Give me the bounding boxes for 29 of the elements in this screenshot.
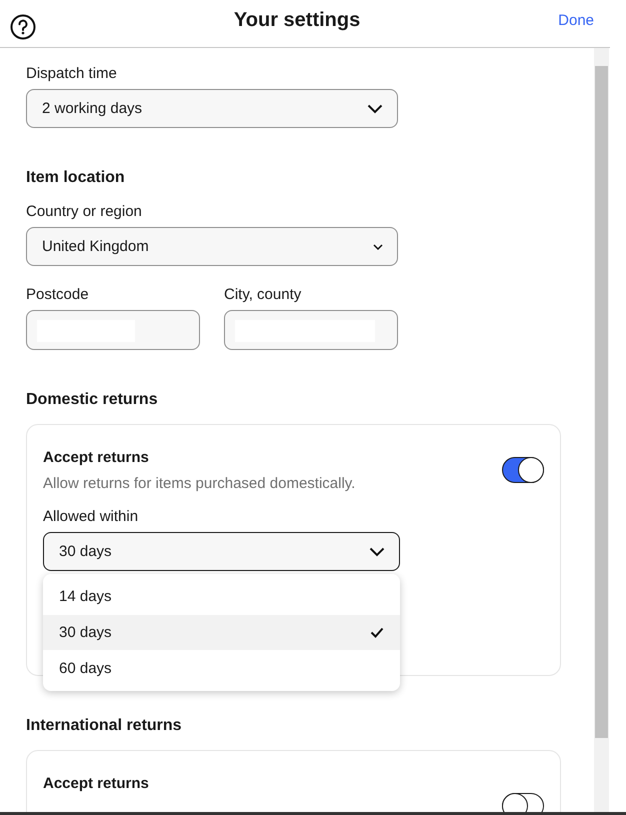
scrollbar[interactable]	[594, 48, 609, 812]
option-description: Allow returns for items purchased domestically.	[43, 475, 356, 492]
checkmark-icon	[370, 627, 384, 638]
section-heading: Domestic returns	[26, 391, 159, 409]
window-title: Your settings	[232, 9, 362, 32]
menu-option[interactable]: 30 days	[43, 615, 400, 650]
chevron-down-icon	[373, 244, 383, 250]
section-heading: Item location	[26, 169, 126, 187]
option-label: Accept returns	[43, 775, 149, 792]
field-label: City, county	[224, 286, 302, 303]
toggle-switch[interactable]	[502, 457, 544, 483]
section-heading: International returns	[26, 717, 183, 735]
field-label: Postcode	[26, 286, 90, 303]
menu-option[interactable]: 14 days	[43, 579, 400, 614]
field-label: Country or region	[26, 203, 143, 220]
dispatch-time-select[interactable]: 2 working days	[26, 89, 398, 128]
city-field[interactable]	[224, 310, 398, 350]
allowed-within-select[interactable]: 30 days	[43, 532, 400, 571]
help-icon[interactable]	[10, 14, 36, 40]
field-label: Allowed within	[43, 508, 140, 525]
country-select[interactable]: United Kingdom	[26, 227, 398, 266]
option-label: Accept returns	[43, 449, 150, 466]
done-link[interactable]: Done	[558, 12, 594, 29]
menu-option[interactable]: 60 days	[43, 651, 400, 686]
field-label: Dispatch time	[26, 65, 118, 82]
postcode-field[interactable]	[26, 310, 200, 350]
toggle-switch[interactable]	[502, 793, 544, 812]
chevron-down-icon	[367, 104, 383, 114]
chevron-down-icon	[369, 546, 385, 556]
